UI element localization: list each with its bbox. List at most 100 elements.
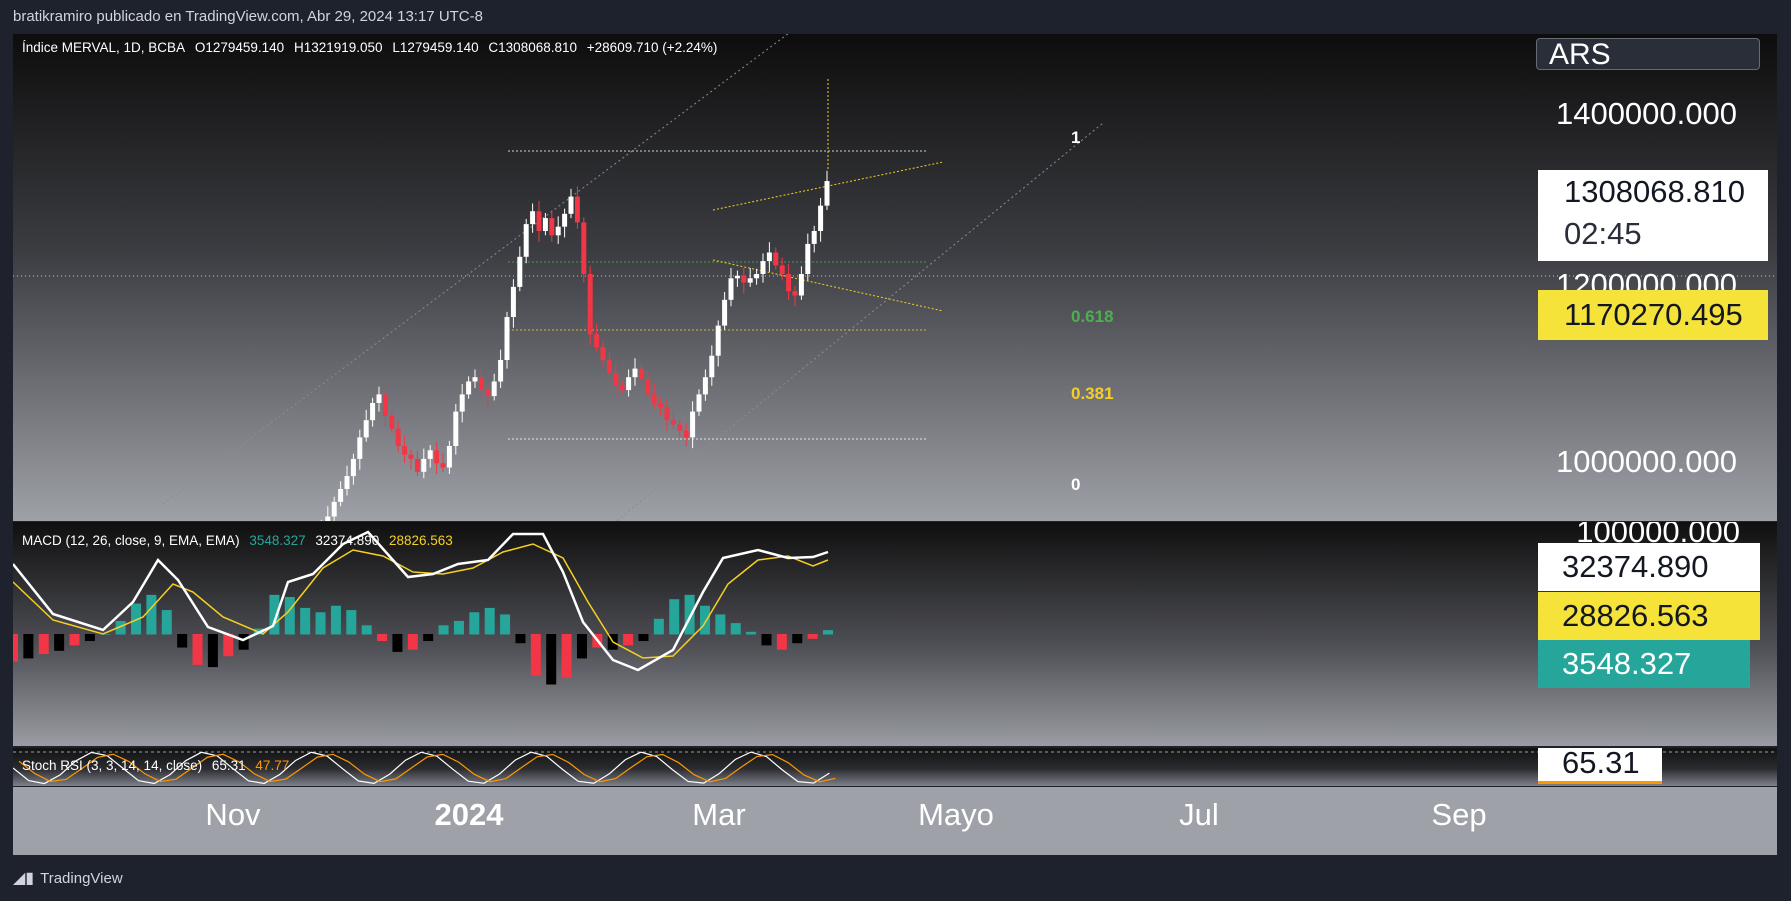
candle-body <box>645 378 651 395</box>
time-label-mayo: Mayo <box>918 797 994 832</box>
macd-hist-bar <box>207 634 218 668</box>
legend-high: H1321919.050 <box>293 40 383 55</box>
legend-open: O1279459.140 <box>194 40 285 55</box>
stoch-value-badge: 65.31 <box>1538 748 1662 784</box>
macd-chart-canvas[interactable] <box>13 522 1777 746</box>
candle-body <box>709 355 715 378</box>
macd-hist-bar <box>546 634 557 685</box>
publisher-line: bratikramiro publicado en TradingView.co… <box>13 8 483 25</box>
signal-value-badge: 28826.563 <box>1538 592 1760 640</box>
stoch-rsi-pane[interactable]: Stoch RSI (3, 3, 14, 14, close) 65.31 47… <box>13 748 1777 786</box>
macd-hist-bar <box>423 634 434 642</box>
macd-hist-bar <box>407 634 418 650</box>
candle-body <box>510 286 516 317</box>
macd-legend-macd: 32374.890 <box>315 533 380 548</box>
candle-body <box>440 463 446 468</box>
candle-body <box>638 368 644 379</box>
macd-hist-bar <box>23 634 34 659</box>
macd-hist-bar <box>576 634 587 659</box>
candle-body <box>504 317 510 360</box>
candle-body <box>606 360 612 373</box>
main-legend: Índice MERVAL, 1D, BCBA O1279459.140 H13… <box>22 40 723 55</box>
candle-body <box>747 278 753 283</box>
candle-body <box>677 424 683 431</box>
stoch-legend-k: 65.31 <box>211 758 246 773</box>
macd-hist-bar <box>346 610 357 635</box>
candle-body <box>811 231 817 244</box>
macd-hist-bar <box>238 634 249 650</box>
candle-body <box>350 458 356 477</box>
macd-hist-bar <box>161 610 172 635</box>
macd-hist-bar <box>361 625 372 635</box>
candle-body <box>805 243 811 274</box>
candle-body <box>370 403 376 421</box>
macd-hist-bar <box>315 612 326 635</box>
candle-body <box>568 196 574 214</box>
candle-body <box>549 218 555 236</box>
candle-body <box>402 446 408 455</box>
macd-legend-name: MACD (12, 26, close, 9, EMA, EMA) <box>22 533 240 548</box>
candle-body <box>421 458 427 472</box>
price-tick-1000000: 1000000.000 <box>1555 444 1737 479</box>
candle-body <box>498 360 504 382</box>
price-pane[interactable]: Índice MERVAL, 1D, BCBA O1279459.140 H13… <box>13 34 1777 521</box>
footer-brand-text: TradingView <box>40 869 123 887</box>
candle-body <box>523 224 529 257</box>
fib-label-0381: 0.381 <box>1071 384 1114 403</box>
candle-body <box>696 394 702 412</box>
macd-hist-bar <box>300 607 311 635</box>
macd-hist-bar <box>484 607 495 635</box>
macd-hist-bar <box>715 614 726 635</box>
candle-body <box>773 252 779 266</box>
candle-body <box>766 252 772 262</box>
legend-close: C1308068.810 <box>488 40 578 55</box>
candle-body <box>824 181 830 206</box>
macd-hist-bar <box>392 634 403 652</box>
candle-body <box>741 275 747 283</box>
macd-hist-bar <box>469 612 480 635</box>
candle-body <box>446 446 452 468</box>
signal-line <box>13 543 829 659</box>
macd-hist-bar <box>684 594 695 635</box>
macd-hist-bar <box>807 634 818 639</box>
macd-value-badge: 32374.890 <box>1538 543 1760 591</box>
candle-body <box>728 278 734 300</box>
time-axis[interactable]: Nov 2024 Mar Mayo Jul Sep <box>13 787 1777 855</box>
countdown-value: 02:45 <box>1564 216 1642 251</box>
macd-hist-bar <box>177 634 188 648</box>
candle-body <box>517 256 523 287</box>
legend-symbol: Índice MERVAL, 1D, BCBA <box>22 40 186 55</box>
candle-body <box>626 377 632 391</box>
macd-hist-bar <box>530 634 541 676</box>
macd-hist-bar <box>284 597 295 635</box>
pattern-line-bottom <box>712 259 944 312</box>
currency-selector[interactable]: ARS <box>1536 38 1760 71</box>
last-price-badge: 1308068.810 02:45 <box>1538 170 1768 261</box>
candle-body <box>395 428 401 446</box>
macd-pane[interactable]: MACD (12, 26, close, 9, EMA, EMA) 3548.3… <box>13 522 1777 746</box>
candle-body <box>760 261 766 274</box>
candle-body <box>338 489 344 502</box>
candle-body <box>453 411 459 446</box>
candle-body <box>722 299 728 326</box>
time-label-2024: 2024 <box>434 797 504 832</box>
candle-body <box>581 222 587 274</box>
candle-body <box>382 394 388 416</box>
candle-body <box>555 226 561 236</box>
candle-body <box>466 381 472 395</box>
legend-change: +28609.710 (+2.24%) <box>586 40 718 55</box>
candle-body <box>664 407 670 421</box>
candle-body <box>792 291 798 296</box>
trend-line-lower <box>615 122 1104 521</box>
candle-body <box>786 274 792 292</box>
stoch-legend: Stoch RSI (3, 3, 14, 14, close) 65.31 47… <box>22 758 295 773</box>
macd-legend-hist: 3548.327 <box>249 533 306 548</box>
macd-hist-bar <box>192 634 203 665</box>
macd-line <box>13 530 829 672</box>
stoch-legend-name: Stoch RSI (3, 3, 14, 14, close) <box>22 758 203 773</box>
footer-brand[interactable]: ◢▮ TradingView <box>13 868 123 888</box>
price-chart-canvas[interactable] <box>13 34 1777 521</box>
hist-value-badge: 3548.327 <box>1538 640 1750 688</box>
candle-body <box>459 394 465 412</box>
macd-hist-bar <box>453 620 464 635</box>
